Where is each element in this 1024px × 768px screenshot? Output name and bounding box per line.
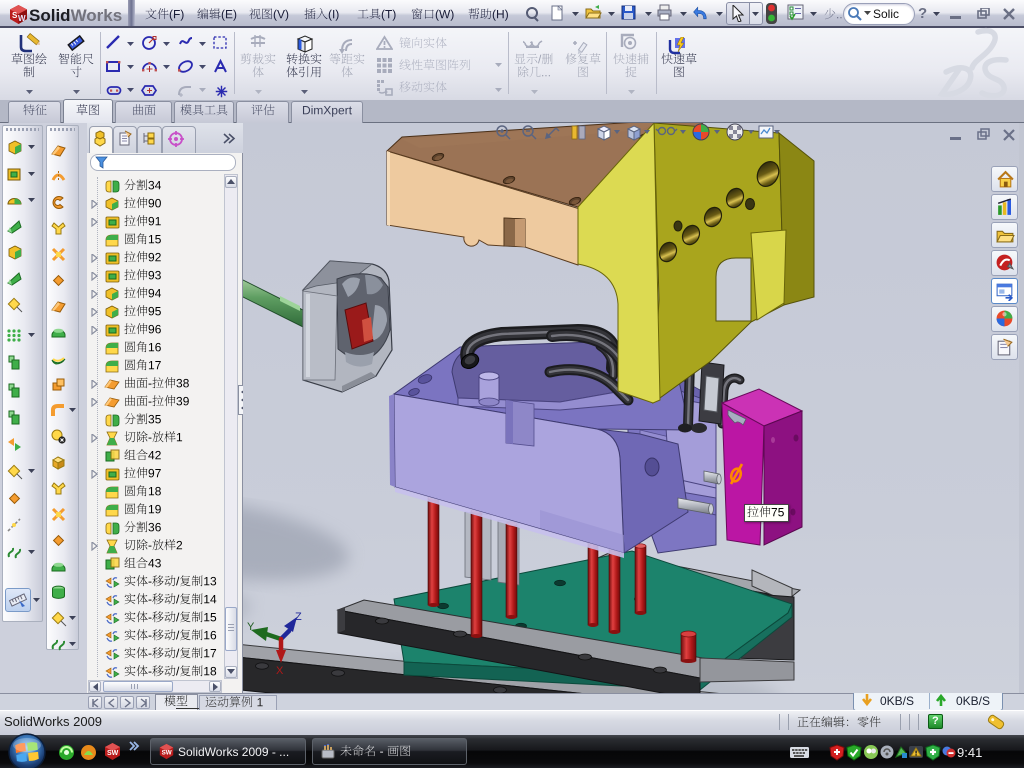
svg-text:SW: SW — [162, 750, 172, 757]
svg-text:Y: Y — [247, 621, 255, 633]
svg-text:X: X — [276, 665, 284, 677]
svg-text:Z: Z — [295, 611, 302, 623]
svg-text:W: W — [18, 14, 26, 23]
svg-text:SW: SW — [107, 750, 119, 757]
